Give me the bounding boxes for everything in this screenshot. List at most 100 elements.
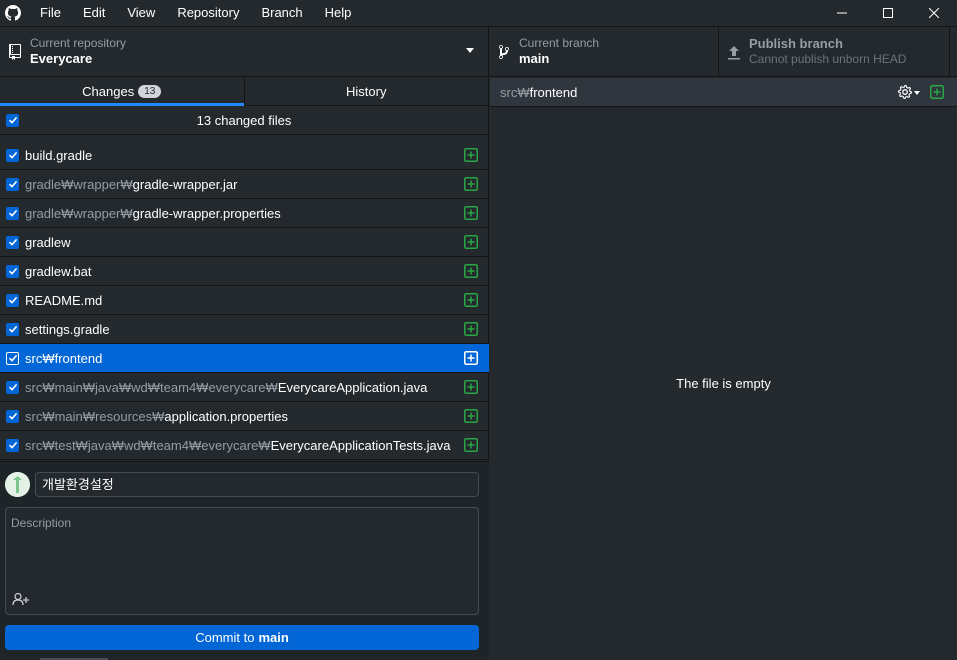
file-added-icon	[464, 264, 478, 278]
file-path: gradlew	[25, 235, 71, 250]
github-logo-icon[interactable]	[0, 0, 26, 26]
file-added-icon	[464, 351, 478, 365]
file-base: EverycareApplicationTests.java	[270, 437, 451, 453]
tab-changes-label: Changes	[82, 84, 135, 99]
repo-label: Current repository	[30, 36, 127, 50]
file-row[interactable]: gradlew	[0, 228, 489, 257]
title-bar: File Edit View Repository Branch Help	[0, 0, 957, 26]
menu-branch[interactable]: Branch	[250, 0, 313, 26]
file-row[interactable]: build.gradle	[0, 141, 489, 170]
file-added-icon	[464, 409, 478, 423]
empty-file-message: The file is empty	[676, 376, 771, 391]
menu-view[interactable]: View	[116, 0, 166, 26]
check-icon	[8, 151, 17, 159]
add-coauthor-icon[interactable]	[12, 592, 30, 606]
file-path: README.md	[25, 293, 102, 308]
diff-header: src₩frontend	[490, 78, 957, 107]
file-checkbox[interactable]	[6, 148, 19, 162]
changed-files-title: 13 changed files	[196, 112, 292, 128]
file-row[interactable]: settings.gradle	[0, 315, 489, 344]
gear-icon[interactable]	[897, 84, 913, 100]
file-added-icon	[464, 206, 478, 220]
branch-name: main	[519, 51, 550, 66]
file-base: gradlew.bat	[25, 263, 92, 279]
file-row[interactable]: src₩frontend	[0, 344, 489, 373]
check-icon	[8, 325, 17, 333]
file-row[interactable]: README.md	[0, 286, 489, 315]
file-path: src₩test₩java₩wd₩team4₩everycare₩Everyca…	[25, 438, 451, 453]
tab-changes[interactable]: Changes 13	[0, 78, 244, 106]
file-row[interactable]: gradle₩wrapper₩gradle-wrapper.jar	[0, 170, 489, 199]
file-checkbox[interactable]	[6, 409, 19, 423]
changed-files-header: 13 changed files	[0, 106, 488, 135]
file-checkbox[interactable]	[6, 380, 19, 394]
changes-sidebar: Changes 13 History 13 changed files buil…	[0, 78, 489, 660]
maximize-icon	[883, 8, 893, 18]
file-checkbox[interactable]	[6, 177, 19, 191]
file-checkbox[interactable]	[6, 235, 19, 249]
tab-history-label: History	[346, 84, 387, 99]
window-controls	[819, 0, 957, 26]
commit-button[interactable]: Commit to main	[5, 625, 479, 650]
commit-button-prefix: Commit to	[195, 630, 255, 645]
check-icon	[8, 180, 17, 188]
repo-name: Everycare	[30, 51, 93, 66]
commit-description-input[interactable]: Description	[5, 507, 479, 615]
diff-path-base: frontend	[529, 84, 578, 100]
publish-branch-button[interactable]: Publish branch Cannot publish unborn HEA…	[719, 27, 950, 76]
file-dir: src₩main₩java₩wd₩team4₩everycare₩	[25, 379, 278, 395]
file-row[interactable]: gradlew.bat	[0, 257, 489, 286]
maximize-button[interactable]	[865, 0, 911, 26]
file-added-icon	[464, 380, 478, 394]
file-checkbox[interactable]	[6, 438, 19, 452]
file-path: gradle₩wrapper₩gradle-wrapper.jar	[25, 177, 237, 192]
file-row[interactable]: src₩main₩resources₩application.propertie…	[0, 402, 489, 431]
close-button[interactable]	[911, 0, 957, 26]
menu-edit[interactable]: Edit	[72, 0, 116, 26]
chevron-down-icon	[466, 48, 474, 53]
diff-panel: src₩frontend The file is empty	[490, 78, 957, 660]
file-path: settings.gradle	[25, 322, 110, 337]
toolbar: Current repository Everycare Current bra…	[0, 26, 957, 77]
file-added-icon	[464, 148, 478, 162]
file-row[interactable]: src₩test₩java₩wd₩team4₩everycare₩Everyca…	[0, 431, 489, 460]
file-added-icon	[464, 438, 478, 452]
file-checkbox[interactable]	[6, 351, 19, 365]
file-added-icon	[464, 293, 478, 307]
sidebar-tabs: Changes 13 History	[0, 78, 488, 106]
commit-summary-input[interactable]: 개발환경설정	[35, 472, 479, 497]
check-icon	[8, 238, 17, 246]
file-dir: gradle₩wrapper₩	[25, 176, 133, 192]
close-icon	[929, 8, 939, 18]
file-checkbox[interactable]	[6, 264, 19, 278]
menu-file[interactable]: File	[29, 0, 72, 26]
file-added-icon	[930, 85, 944, 99]
diff-file-path: src₩frontend	[500, 85, 577, 100]
file-row[interactable]: gradle₩wrapper₩gradle-wrapper.properties	[0, 199, 489, 228]
file-dir: gradle₩wrapper₩	[25, 205, 133, 221]
current-repository-button[interactable]: Current repository Everycare	[0, 27, 489, 76]
file-checkbox[interactable]	[6, 206, 19, 220]
file-checkbox[interactable]	[6, 322, 19, 336]
file-checkbox[interactable]	[6, 293, 19, 307]
branch-label: Current branch	[519, 36, 600, 50]
branch-icon	[489, 44, 519, 60]
file-dir: src₩main₩resources₩	[25, 408, 165, 424]
current-branch-button[interactable]: Current branch main	[489, 27, 719, 76]
file-base: frontend	[54, 350, 103, 366]
file-row[interactable]: src₩main₩java₩wd₩team4₩everycare₩Everyca…	[0, 373, 489, 402]
menu-help[interactable]: Help	[314, 0, 363, 26]
repo-icon	[0, 43, 30, 60]
upload-icon	[719, 44, 749, 60]
tab-history[interactable]: History	[243, 78, 489, 105]
chevron-down-icon[interactable]	[914, 91, 920, 95]
menu-repository[interactable]: Repository	[166, 0, 250, 26]
menu-bar: File Edit View Repository Branch Help	[29, 0, 362, 26]
file-base: settings.gradle	[25, 321, 110, 337]
file-base: README.md	[25, 292, 103, 308]
file-path: src₩frontend	[25, 351, 102, 366]
file-dir: src₩	[25, 350, 55, 366]
file-dir: src₩test₩java₩wd₩team4₩everycare₩	[25, 437, 271, 453]
minimize-button[interactable]	[819, 0, 865, 26]
file-path: gradle₩wrapper₩gradle-wrapper.properties	[25, 206, 281, 221]
